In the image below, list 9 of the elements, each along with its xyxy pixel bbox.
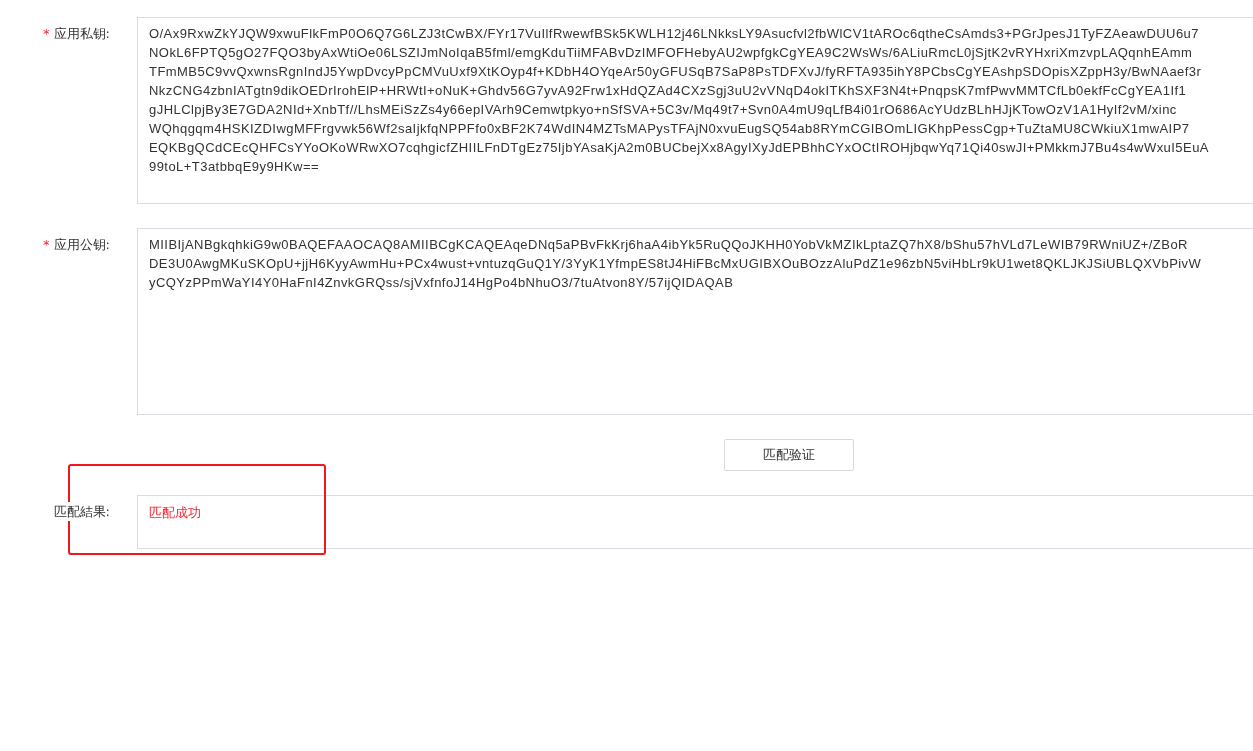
verify-button[interactable]: 匹配验证 — [724, 439, 854, 471]
key-text-area[interactable]: MIIBIjANBgkqhkiG9w0BAQEFAAOCAQ8AMIIBCgKCAQEAqeDNq5aPBvFkKrj6haA4ibYk5RuQQoJKHH0YobVkMZIkLptaZQ7hX8/bShu57hVLd7LeWIB79RWniUZ+/ZBoR DE3U0AwgMKuSKOpU+jjH6KyyAwmHu+PCx4wust+vntuzqGuQ1Y/3YyK1YfmpES8tJ4HiFBcMxUGIBXOuBOzzAluPdZ1e96zbN5viHbLr9kU1wet8QKLJKJSiUBLQXVbPivW yCQYzPPmWaYI4Y0HaFnI4ZnvkGRQss/sjVxfnfoJ14HgPo4bNhuO3/7tuAtvon8Y/57ijQIDAQAB — [137, 228, 1253, 415]
required-mark: * — [43, 25, 50, 43]
field-label: 应用私钥: — [53, 25, 110, 43]
key-text-area[interactable]: O/Ax9RxwZkYJQW9xwuFlkFmP0O6Q7G6LZJ3tCwBX/FYr17VuIlfRwewfBSk5KWLH12j46LNkksLY9Asucfvl2fbWlCV1tAROc6qtheCsAmds3+PGrJpesJ1TyFZAeawDUU6u7 NOkL6FPTQ5gO27FQO3byAxWtiOe06LSZIJmNoIqaB5fml/emgKduTiiMFABvDzIMFOFHebyAU2wpfgkCgYEA9C2WsWs/6ALiuRmcL0jSjtK2vRYHxriXmzvpLAQqnhEAmm TFmMB5C9vvQxwnsRgnIndJ5YwpDvcyPpCMVuUxf9XtKOyp4f+KDbH4OYqeAr50yGFUSqB7SaP8PsTDFXvJ/fyRFTA935ihY8PCbsCgYEAshpSDOpisXZppH3y/BwNAaef3r NkzCNG4zbnIATgtn9dikOEDrIrohElP+HRWtI+oNuK+Ghdv56G7yvA92Frw1xHdQZAd4CXzSgj3uU2vVNqD4okITKhSXF3N4t+PnqpsK7mfPwvMMTCfLb0ekfFcCgYEA1If1 gJHLClpjBy3E7GDA2NId+XnbTf//LhsMEiSzZs4y66epIVArh9Cemwtpkyo+nSfSVA+5C3v/Mq49t7+Svn0A4mU9qLfB4i01rO686AcYUdzBLhHJjKTowOzV1A1HyIf2vM/xinc WQhqgqm4HSKIZDIwgMFFrgvwk56Wf2saIjkfqNPPFfo0xBF2K74WdIN4MZTsMAPysTFAjN0xvuEugSQ54ab8RYmCGIBOmLIGKhpPessCgp+TuZtaMU8CWkiuX1mwAIP7 EQKBgQCdCEcQHFCsYYoOKoWRwXO7cqhgicfZHIILFnDTgEz75IjbYAsaKjA2m0BUCbejXx8AgyIXyJdEPBhhCYxOCtIROHjbqwYq71Qi40swJI+PMkkmJ7Bu4s4wWxuI5EuA 99toL+T3atbbqE9y9HKw== — [137, 17, 1253, 204]
required-mark: * — [43, 236, 50, 254]
field-label: 应用公钥: — [53, 236, 110, 254]
result-field: 匹配成功 — [137, 495, 1253, 549]
field-label: 匹配結果: — [53, 502, 110, 521]
